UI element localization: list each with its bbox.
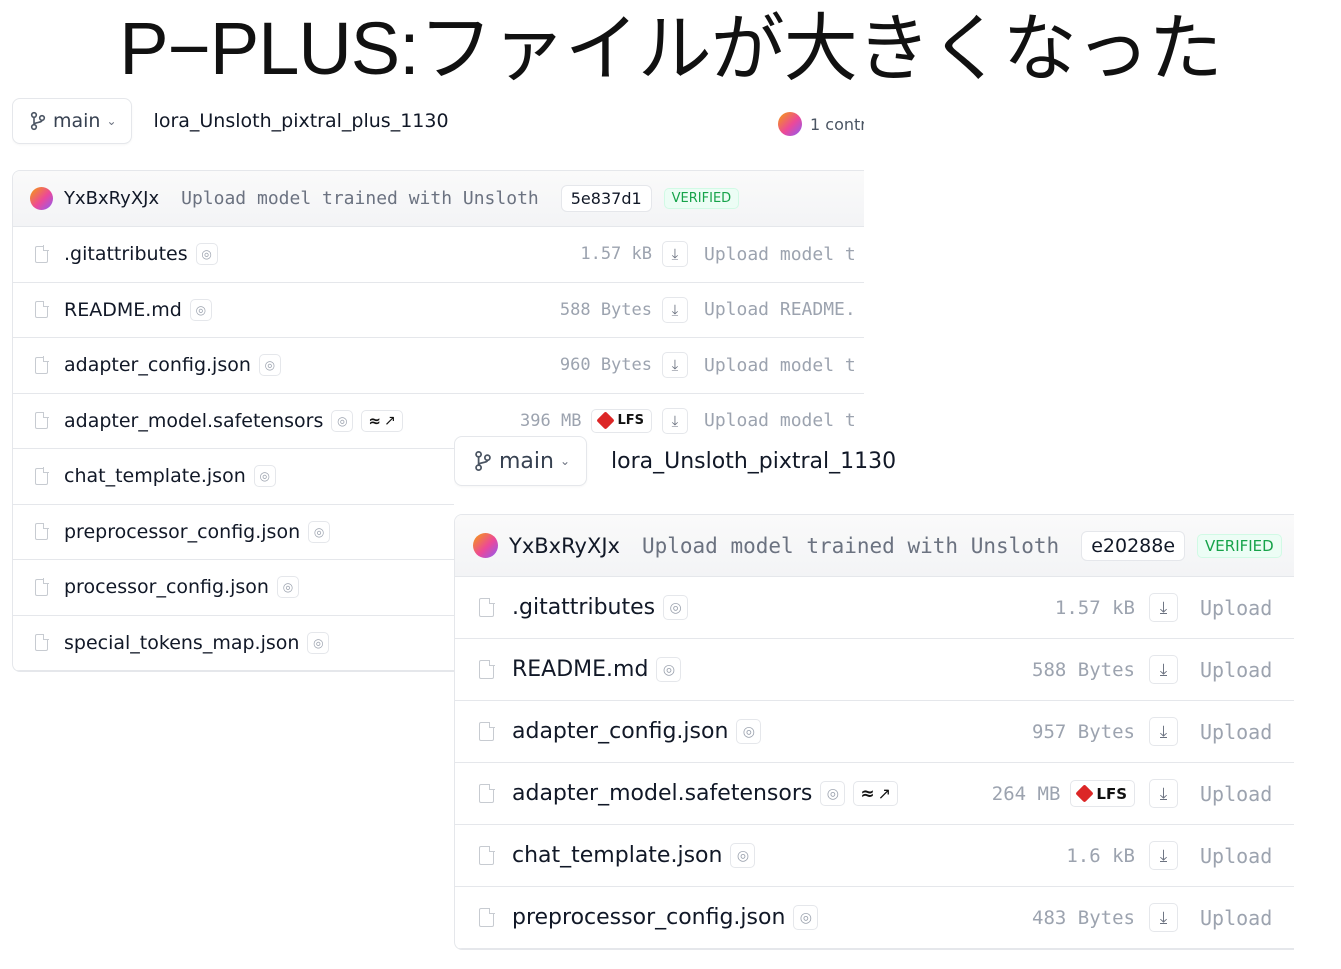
- branch-selector-button[interactable]: main ⌄: [454, 436, 588, 486]
- file-size: 957 Bytes: [1032, 720, 1135, 743]
- file-size: 1.6 kB: [1066, 844, 1135, 867]
- file-commit-message[interactable]: Upload: [1200, 658, 1294, 682]
- file-size: 588 Bytes: [1032, 658, 1135, 681]
- commit-message[interactable]: Upload model trained with Unsloth: [181, 188, 539, 209]
- verified-badge: VERIFIED: [1197, 533, 1282, 558]
- lfs-label: LFS: [1096, 784, 1127, 803]
- chevron-down-icon: ⌄: [559, 454, 571, 468]
- file-row[interactable]: preprocessor_config.json ◎ 483 Bytes ⤓ U…: [455, 887, 1294, 949]
- verified-badge: VERIFIED: [663, 188, 740, 209]
- file-size: 1.57 kB: [580, 244, 652, 265]
- download-icon[interactable]: ⤓: [1149, 841, 1178, 870]
- file-commit-message[interactable]: Upload: [1200, 782, 1294, 806]
- download-icon[interactable]: ⤓: [662, 352, 688, 379]
- file-icon: [35, 467, 49, 485]
- file-row[interactable]: adapter_config.json ◎ 957 Bytes ⤓ Upload: [455, 701, 1294, 763]
- file-icon: [35, 522, 49, 541]
- file-size: 396 MB: [520, 410, 582, 431]
- file-commit-message[interactable]: Upload: [1200, 596, 1294, 620]
- file-row[interactable]: README.md ◎ 588 Bytes ⤓ Upload README.: [13, 283, 864, 338]
- file-row[interactable]: .gitattributes ◎ 1.57 kB ⤓ Upload: [455, 577, 1294, 639]
- download-icon[interactable]: ⤓: [1149, 593, 1178, 622]
- lfs-icon: [596, 411, 616, 430]
- lfs-label: LFS: [617, 413, 644, 429]
- security-scan-icon[interactable]: ◎: [276, 576, 299, 599]
- file-commit-message[interactable]: Upload: [1200, 720, 1294, 744]
- lfs-badge[interactable]: LFS: [1070, 780, 1135, 807]
- download-icon[interactable]: ⤓: [662, 407, 688, 434]
- branch-name: main: [499, 448, 554, 474]
- last-commit-bar: YxBxRyXJx Upload model trained with Unsl…: [455, 515, 1294, 577]
- download-icon[interactable]: ⤓: [662, 241, 688, 268]
- commit-message[interactable]: Upload model trained with Unsloth: [642, 534, 1059, 558]
- file-row[interactable]: .gitattributes ◎ 1.57 kB ⤓ Upload model …: [13, 227, 864, 283]
- file-row[interactable]: chat_template.json ◎ 1.6 kB ⤓ Upload: [455, 825, 1294, 887]
- file-table: YxBxRyXJx Upload model trained with Unsl…: [454, 514, 1294, 950]
- repo-name: lora_Unsloth_pixtral_1130: [611, 448, 897, 474]
- branch-name: main: [53, 110, 101, 132]
- file-commit-message[interactable]: Upload: [1200, 906, 1294, 930]
- file-row[interactable]: adapter_config.json ◎ 960 Bytes ⤓ Upload…: [13, 338, 864, 394]
- git-branch-icon: [30, 111, 46, 131]
- file-commit-message[interactable]: Upload: [1200, 844, 1294, 868]
- file-name[interactable]: preprocessor_config.json: [64, 521, 300, 543]
- contributors-count: 1 contri: [810, 114, 864, 134]
- contributors-link[interactable]: 1 contri: [778, 112, 864, 136]
- file-commit-message[interactable]: Upload model t: [704, 244, 864, 265]
- repo-header: main ⌄ lora_Unsloth_pixtral_1130: [454, 436, 1294, 486]
- repo-header: main ⌄ lora_Unsloth_pixtral_plus_1130 1 …: [12, 98, 864, 144]
- avatar: [473, 533, 498, 558]
- download-icon[interactable]: ⤓: [1149, 779, 1178, 808]
- file-row[interactable]: README.md ◎ 588 Bytes ⤓ Upload: [455, 639, 1294, 701]
- file-commit-message[interactable]: Upload README.: [704, 299, 864, 320]
- lfs-badge[interactable]: LFS: [591, 408, 652, 433]
- commit-author[interactable]: YxBxRyXJx: [64, 188, 159, 209]
- file-size: 1.57 kB: [1054, 596, 1135, 619]
- file-icon: [35, 578, 49, 596]
- download-icon[interactable]: ⤓: [662, 296, 688, 323]
- avatar: [778, 112, 802, 136]
- commit-hash[interactable]: 5e837d1: [560, 185, 652, 212]
- file-name[interactable]: special_tokens_map.json: [64, 632, 299, 654]
- file-name[interactable]: processor_config.json: [64, 576, 269, 598]
- file-size: 264 MB: [991, 782, 1061, 805]
- repo-name: lora_Unsloth_pixtral_plus_1130: [153, 110, 449, 132]
- security-scan-icon[interactable]: ◎: [307, 631, 330, 654]
- file-icon: [35, 633, 49, 652]
- slide-title: P−PLUS:ファイルが大きくなった: [119, 7, 1222, 90]
- file-row[interactable]: adapter_model.safetensors ◎ ≈ ↗ 264 MB LF…: [455, 763, 1294, 825]
- repo-panel-base: main ⌄ lora_Unsloth_pixtral_1130 YxBxRyX…: [454, 436, 1294, 956]
- file-commit-message[interactable]: Upload model t: [704, 355, 864, 376]
- branch-selector-button[interactable]: main ⌄: [12, 98, 132, 144]
- download-icon[interactable]: ⤓: [1149, 717, 1178, 746]
- download-icon[interactable]: ⤓: [1149, 655, 1178, 684]
- file-size: 588 Bytes: [559, 299, 652, 320]
- git-branch-icon: [475, 450, 491, 472]
- security-scan-icon[interactable]: ◎: [308, 520, 331, 543]
- file-size: 960 Bytes: [559, 355, 652, 376]
- chevron-down-icon: ⌄: [106, 114, 117, 128]
- security-scan-icon[interactable]: ◎: [253, 465, 276, 488]
- download-icon[interactable]: ⤓: [1149, 903, 1178, 932]
- last-commit-bar: YxBxRyXJx Upload model trained with Unsl…: [13, 171, 864, 227]
- avatar: [30, 187, 53, 210]
- commit-author[interactable]: YxBxRyXJx: [509, 534, 620, 558]
- lfs-icon: [1075, 784, 1095, 803]
- commit-hash[interactable]: e20288e: [1081, 530, 1186, 561]
- file-name[interactable]: chat_template.json: [64, 465, 246, 487]
- file-size: 483 Bytes: [1032, 906, 1135, 929]
- file-commit-message[interactable]: Upload model t: [704, 410, 864, 431]
